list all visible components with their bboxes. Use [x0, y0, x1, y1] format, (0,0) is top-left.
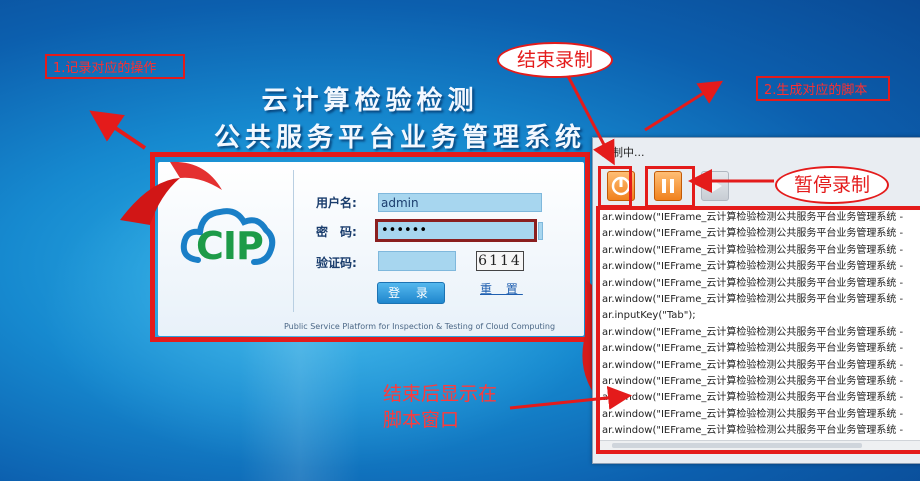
annotation-arrows [89, 75, 774, 410]
arrow-script [509, 385, 632, 410]
arrow-step1 [89, 110, 147, 150]
arrow-stop [566, 75, 615, 166]
arrow-step2 [644, 80, 724, 132]
